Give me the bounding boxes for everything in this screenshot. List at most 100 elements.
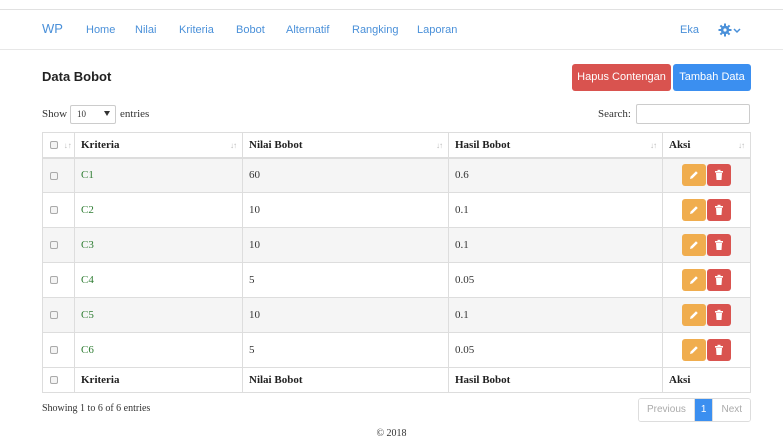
sort-icon: ↓↑: [650, 141, 657, 150]
caret-down-icon: [104, 111, 110, 116]
trash-icon: [715, 274, 723, 285]
pencil-icon: [690, 276, 698, 284]
cell-kriteria: C2: [74, 192, 243, 228]
hapus-contengan-button[interactable]: Hapus Contengan: [572, 64, 671, 91]
cell-kriteria: C6: [74, 332, 243, 368]
nav-kriteria[interactable]: Kriteria: [179, 24, 214, 36]
cell-aksi: [662, 157, 751, 193]
select-all-checkbox[interactable]: [50, 141, 58, 150]
delete-button[interactable]: [707, 164, 731, 187]
cell-nilai-bobot: 10: [242, 192, 449, 228]
cell-aksi: [662, 332, 751, 368]
delete-button[interactable]: [707, 199, 731, 221]
row-checkbox[interactable]: [50, 346, 58, 355]
nav-rangking[interactable]: Rangking: [352, 24, 398, 36]
brand-logo[interactable]: WP: [42, 21, 63, 36]
cell-aksi: [662, 262, 751, 298]
table-info: Showing 1 to 6 of 6 entries: [42, 403, 151, 414]
footer-hasil-bobot: Hasil Bobot: [448, 367, 663, 393]
pencil-icon: [690, 206, 698, 214]
delete-button[interactable]: [707, 339, 731, 361]
settings-dropdown[interactable]: [718, 21, 742, 39]
page-size-select[interactable]: 10: [70, 105, 116, 124]
row-checkbox[interactable]: [50, 206, 58, 215]
cell-nilai-bobot: 60: [242, 157, 449, 193]
nav-nilai[interactable]: Nilai: [135, 24, 156, 36]
show-label: Show: [42, 108, 68, 120]
cell-kriteria: C5: [74, 297, 243, 333]
table-row: C1 60 0.6: [42, 157, 751, 193]
cell-aksi: [662, 297, 751, 333]
edit-button[interactable]: [682, 304, 706, 326]
header-hasil-bobot[interactable]: Hasil Bobot ↓↑: [448, 132, 663, 159]
trash-icon: [715, 309, 723, 320]
row-checkbox-cell: [42, 297, 75, 333]
edit-button[interactable]: [682, 164, 706, 187]
cell-kriteria: C3: [74, 227, 243, 263]
edit-button[interactable]: [682, 269, 706, 291]
pencil-icon: [690, 241, 698, 249]
row-checkbox-cell: [42, 157, 75, 193]
pencil-icon: [690, 171, 698, 180]
bobot-table: ↓↑ Kriteria ↓↑ Nilai Bobot ↓↑ Hasil Bobot ↓…: [42, 132, 751, 393]
cell-hasil-bobot: 0.1: [448, 297, 663, 333]
search-input[interactable]: [636, 104, 750, 124]
sort-icon: ↓↑: [436, 141, 443, 150]
row-checkbox[interactable]: [50, 241, 58, 250]
cell-kriteria: C1: [74, 157, 243, 193]
row-checkbox-cell: [42, 227, 75, 263]
row-checkbox-cell: [42, 262, 75, 298]
navbar: WP Home Nilai Kriteria Bobot Alternatif …: [0, 10, 783, 50]
edit-button[interactable]: [682, 199, 706, 221]
row-checkbox[interactable]: [50, 276, 58, 285]
row-checkbox[interactable]: [50, 171, 58, 180]
nav-home[interactable]: Home: [86, 24, 115, 36]
delete-button[interactable]: [707, 304, 731, 326]
edit-button[interactable]: [682, 339, 706, 361]
footer-checkbox-cell: [42, 367, 75, 393]
nav-bobot[interactable]: Bobot: [236, 24, 265, 36]
sort-icon: ↓↑: [738, 141, 745, 150]
header-nilai-bobot[interactable]: Nilai Bobot ↓↑: [242, 132, 449, 159]
row-checkbox[interactable]: [50, 376, 58, 385]
cell-nilai-bobot: 5: [242, 262, 449, 298]
table-row: C2 10 0.1: [42, 192, 751, 228]
search-label: Search:: [598, 108, 631, 120]
user-menu[interactable]: Eka: [680, 24, 699, 36]
cell-hasil-bobot: 0.1: [448, 192, 663, 228]
trash-icon: [715, 239, 723, 250]
chevron-down-icon: [733, 28, 741, 34]
table-body: C1 60 0.6 C2 10 0.1 C3 10 0.1 C4 5 0.05 C5 10 0.1 C6 5 0.…: [42, 157, 751, 368]
cell-hasil-bobot: 0.1: [448, 227, 663, 263]
copyright: © 2018: [376, 428, 407, 438]
table-row: C4 5 0.05: [42, 262, 751, 298]
cell-hasil-bobot: 0.05: [448, 332, 663, 368]
delete-button[interactable]: [707, 269, 731, 291]
footer-nilai-bobot: Nilai Bobot: [242, 367, 449, 393]
row-checkbox-cell: [42, 332, 75, 368]
page-1-button[interactable]: 1: [693, 399, 713, 421]
edit-button[interactable]: [682, 234, 706, 256]
table-row: C3 10 0.1: [42, 227, 751, 263]
cell-kriteria: C4: [74, 262, 243, 298]
delete-button[interactable]: [707, 234, 731, 256]
pencil-icon: [690, 346, 698, 354]
header-kriteria[interactable]: Kriteria ↓↑: [74, 132, 243, 159]
previous-page-button[interactable]: Previous: [639, 399, 694, 421]
nav-alternatif[interactable]: Alternatif: [286, 24, 329, 36]
nav-laporan[interactable]: Laporan: [417, 24, 457, 36]
cell-nilai-bobot: 10: [242, 297, 449, 333]
entries-label: entries: [120, 108, 150, 120]
header-aksi[interactable]: Aksi ↓↑: [662, 132, 751, 159]
footer-kriteria: Kriteria: [74, 367, 243, 393]
table-footer-row: Kriteria Nilai Bobot Hasil Bobot Aksi: [42, 367, 751, 393]
cell-nilai-bobot: 10: [242, 227, 449, 263]
table-row: C5 10 0.1: [42, 297, 751, 333]
row-checkbox[interactable]: [50, 311, 58, 320]
cell-hasil-bobot: 0.05: [448, 262, 663, 298]
sort-icon[interactable]: ↓↑: [64, 141, 72, 150]
tambah-data-button[interactable]: Tambah Data: [673, 64, 751, 91]
pencil-icon: [690, 311, 698, 319]
next-page-button[interactable]: Next: [712, 399, 751, 421]
gear-icon: [718, 23, 741, 37]
